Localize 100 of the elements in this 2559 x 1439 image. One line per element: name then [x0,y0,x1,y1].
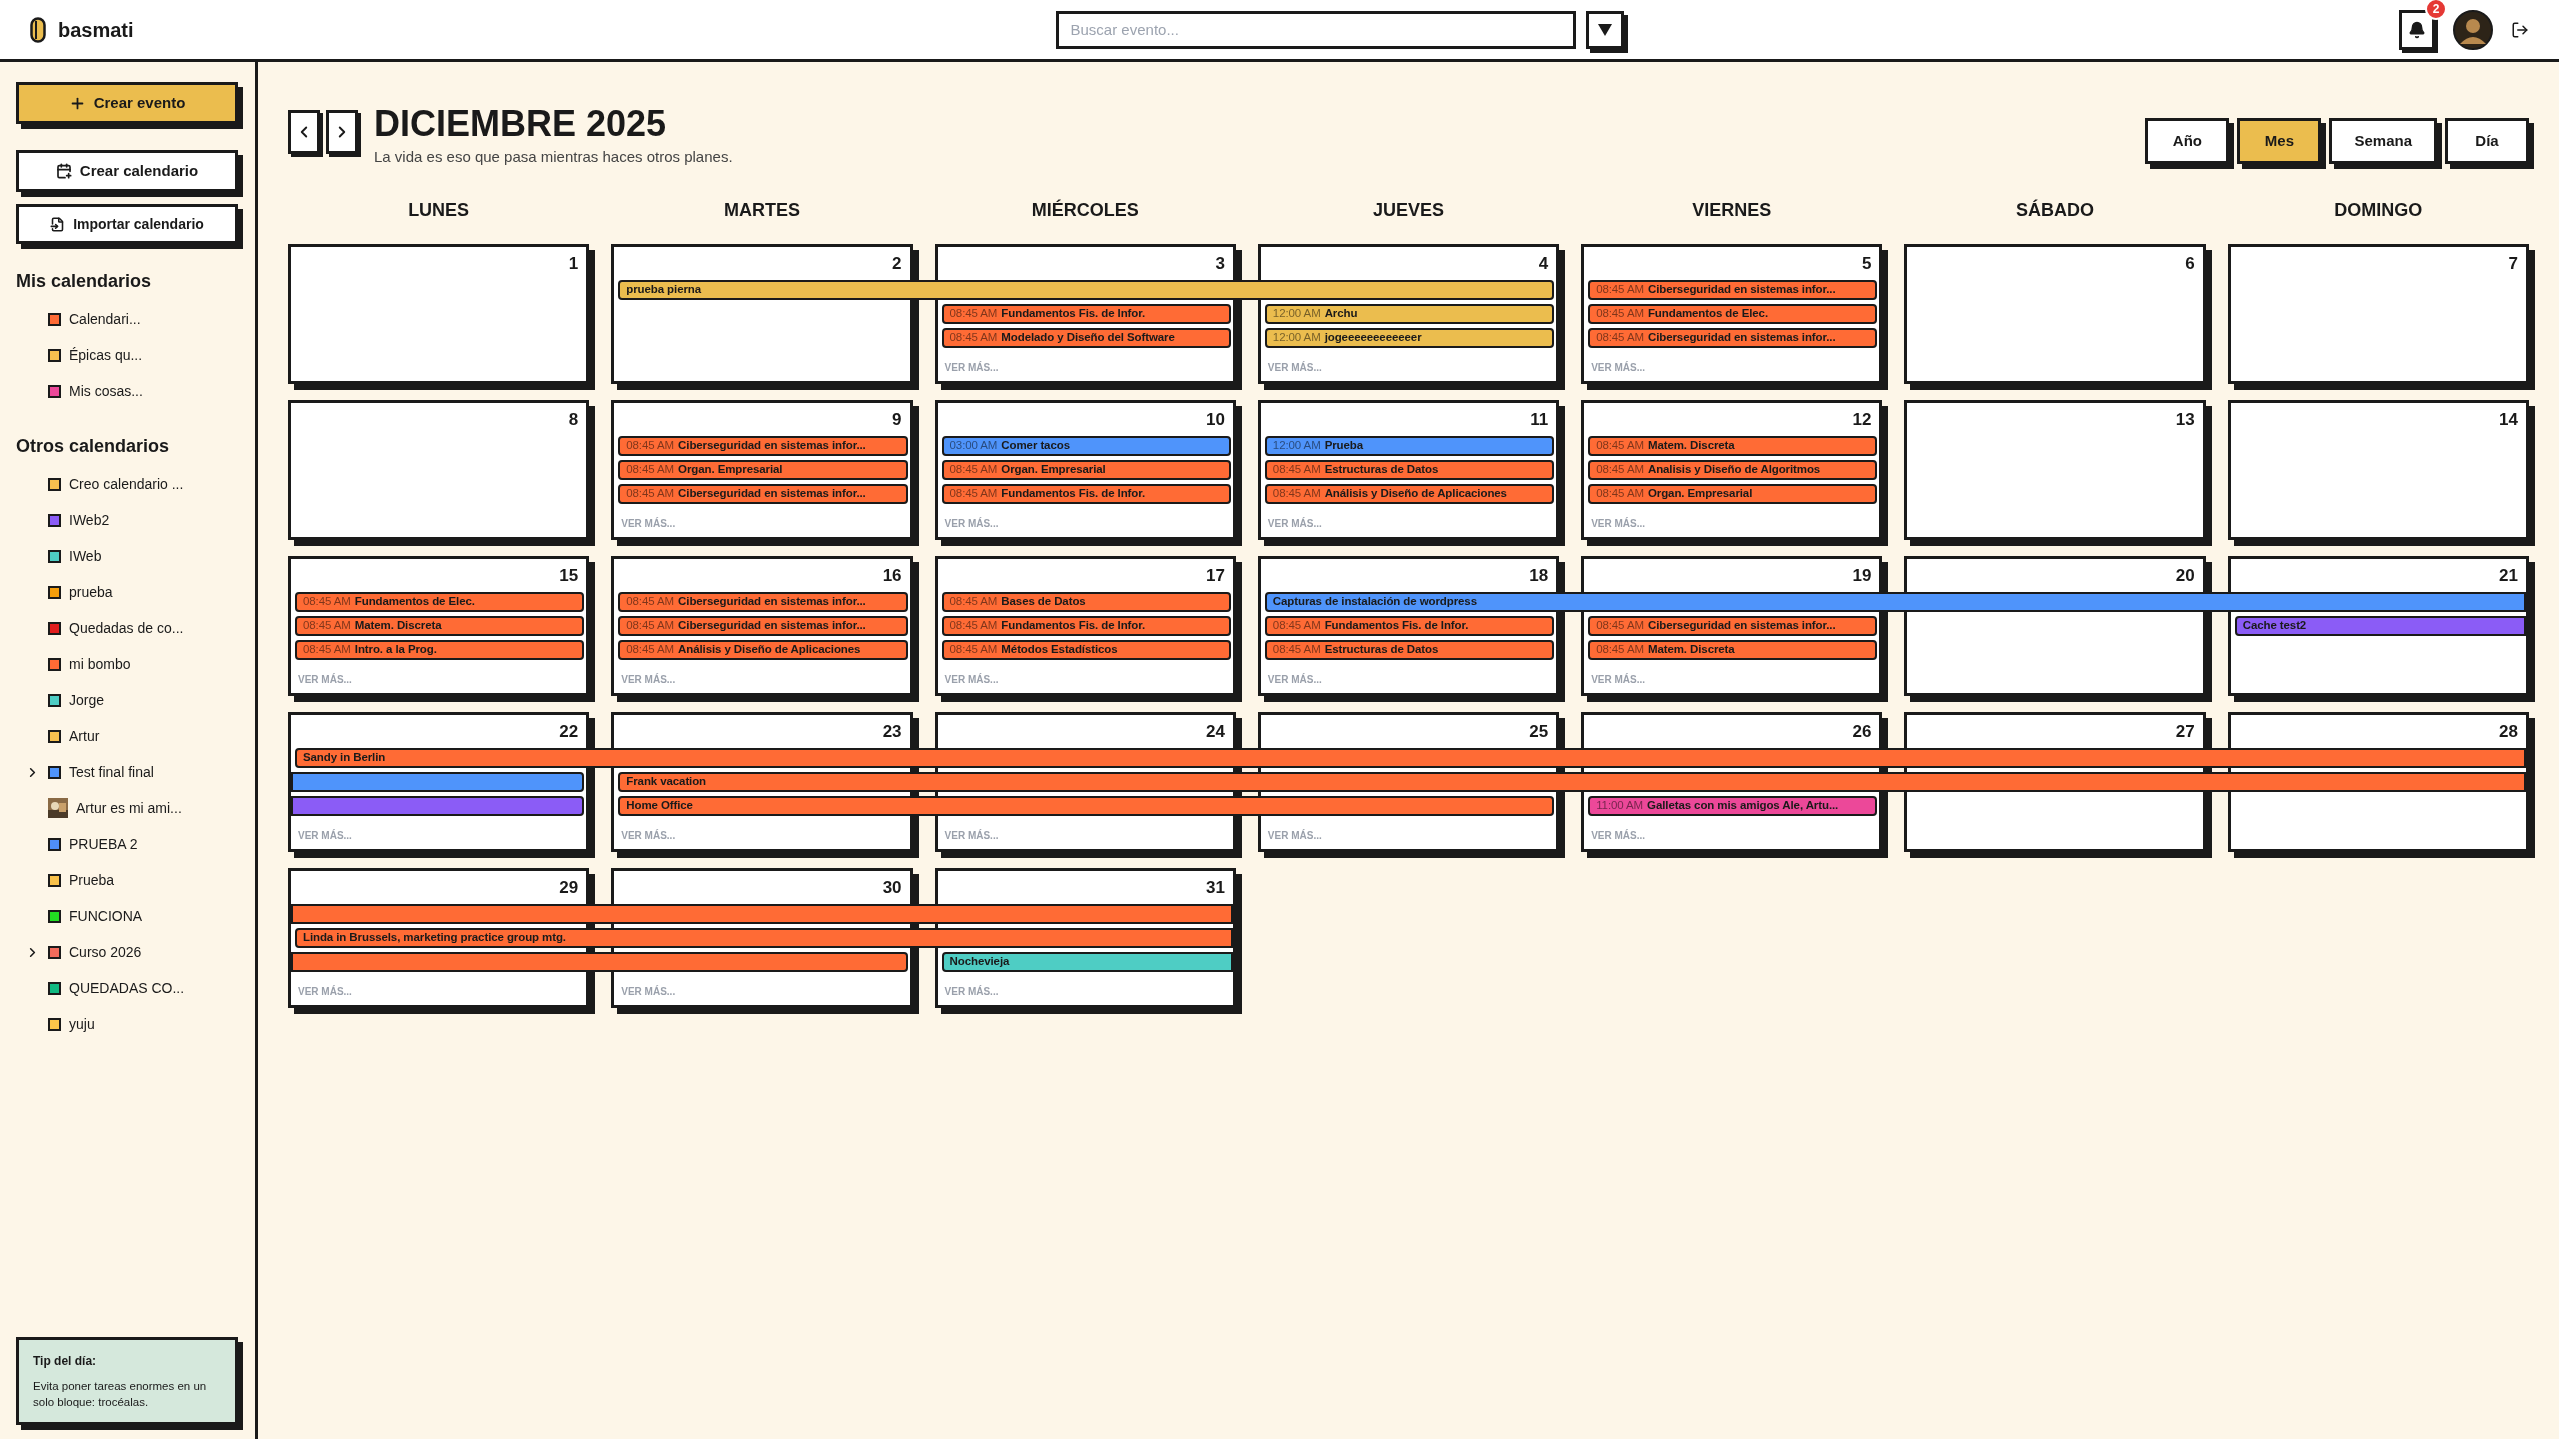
previous-month-button[interactable] [288,110,320,154]
file-import-icon [50,216,66,232]
logo-icon [30,16,46,43]
day-number: 26 [1852,720,1872,743]
day-number: 24 [1205,720,1225,743]
event-bar[interactable]: Sandy in Berlin [295,747,2526,768]
calendar-name[interactable]: IWeb [69,545,102,567]
tip-text: Evita poner tareas enormes en un solo bloque: trocéalas. [33,1379,208,1410]
weekday-header: SÁBADO [2016,198,2095,222]
weekday-header: MARTES [723,198,800,222]
event-bar[interactable]: 08:45 AM Ciberseguridad en sistemas infor... [1588,615,1878,636]
day-number: 16 [882,564,902,587]
event-bar[interactable]: Frank vacation [618,771,2526,792]
event-bar[interactable]: 08:45 AM Ciberseguridad en sistemas infor... [618,435,908,456]
event-bar[interactable]: Home Office [618,795,1555,816]
event-bar[interactable]: 08:45 AM Análisis y Diseño de Aplicaciones [618,639,908,660]
event-bar[interactable]: 08:45 AM Ciberseguridad en sistemas infor... [618,591,908,612]
event-bar[interactable]: 08:45 AM Organ. Empresarial [618,459,908,480]
event-bar[interactable]: 08:45 AM Ciberseguridad en sistemas infor... [618,615,908,636]
event-bar[interactable]: 11:00 AM Galletas con mis amigos Ale, Artu... [1588,795,1878,816]
day-number: 28 [2499,720,2518,743]
logout-icon[interactable] [2511,20,2529,39]
calendar-name[interactable]: Artur es mi ami... [76,797,182,819]
day-number: 27 [2175,720,2195,743]
event-bar[interactable]: 08:45 AM Ciberseguridad en sistemas infor... [618,483,908,504]
calendar-name[interactable]: Prueba [69,869,115,891]
calendar-name[interactable]: Calendari... [69,308,141,330]
calendar-name[interactable]: QUEDADAS CO... [69,977,185,999]
day-number: 9 [892,408,902,431]
day-number: 19 [1852,564,1872,587]
day-number: 25 [1529,720,1549,743]
event-bar[interactable]: Linda in Brussels, marketing practice group mtg. [295,927,1233,948]
day-number: 11 [1530,408,1549,431]
next-month-button[interactable] [326,110,358,154]
calendar-name[interactable]: Jorge [69,689,105,711]
calendar-name[interactable]: PRUEBA 2 [69,833,138,855]
calendar-plus-icon [55,163,72,179]
day-number: 20 [2175,564,2195,587]
event-bar[interactable] [291,771,585,792]
search-field[interactable]: Buscar evento... [1055,10,1576,49]
day-number: 1 [568,252,579,275]
calendar-name[interactable]: Creo calendario ... [69,473,184,495]
weekday-header: MIÉRCOLES [1031,198,1139,222]
event-bar[interactable]: 08:45 AM Matem. Discreta [1588,639,1878,660]
calendar-name[interactable]: mi bombo [69,653,131,675]
calendar-name[interactable]: FUNCIONA [69,905,143,927]
event-bar[interactable]: 08:45 AM Fundamentos de Elec. [1588,303,1878,324]
calendar-name[interactable]: yuju [69,1013,95,1035]
day-number: 31 [1205,876,1225,899]
calendar-name[interactable]: Épicas qu... [69,344,143,366]
app-name: basmati [58,17,134,43]
day-number: 22 [559,720,579,743]
weekday-header: LUNES [408,198,470,222]
bell-icon [2408,20,2426,39]
event-bar[interactable] [291,795,585,816]
weekday-header: VIERNES [1692,198,1772,222]
event-bar[interactable]: prueba pierna [618,279,1555,300]
day-number: 29 [559,876,579,899]
day-number: 12 [1852,408,1872,431]
day-number: 3 [1215,252,1225,275]
day-number: 17 [1205,564,1225,587]
day-number: 14 [2499,408,2518,431]
section-title: Otros calendarios [16,435,171,458]
day-number: 10 [1205,408,1225,431]
tip-title: Tip del día: [33,1353,98,1370]
day-number: 4 [1538,252,1549,275]
event-bar[interactable]: 08:45 AM Matem. Discreta [1588,435,1878,456]
event-bar[interactable]: Capturas de instalación de wordpress [1264,591,2526,612]
day-number: 23 [882,720,902,743]
day-number: 8 [568,408,579,431]
day-number: 2 [892,252,902,275]
calendar-name[interactable]: Test final final [69,761,154,783]
calendar-name[interactable]: Quedadas de co... [69,617,184,639]
filter-icon [1597,23,1612,36]
day-number: 5 [1861,252,1872,275]
weekday-header: JUEVES [1372,198,1444,222]
calendar-name[interactable]: prueba [69,581,113,603]
event-bar[interactable]: 08:45 AM Matem. Discreta [295,615,585,636]
day-number: 18 [1529,564,1549,587]
event-bar[interactable]: 08:45 AM Ciberseguridad en sistemas infor... [1588,327,1878,348]
notification-count: 2 [2425,0,2447,20]
calendar-name[interactable]: Curso 2026 [69,941,142,963]
day-number: 7 [2508,252,2518,275]
event-bar[interactable]: 08:45 AM Ciberseguridad en sistemas infor... [1588,279,1878,300]
avatar[interactable] [2453,9,2493,50]
event-bar[interactable]: 08:45 AM Organ. Empresarial [1588,483,1878,504]
event-bar[interactable]: 08:45 AM Fundamentos de Elec. [295,591,585,612]
notifications-button[interactable] [2399,9,2435,50]
section-title: Mis calendarios [16,270,153,293]
calendar-name[interactable]: IWeb2 [69,509,110,531]
event-bar[interactable]: 08:45 AM Analisis y Diseño de Algoritmos [1588,459,1878,480]
event-bar[interactable]: 08:45 AM Intro. a la Prog. [295,639,585,660]
calendar-name[interactable]: Artur [69,725,100,747]
day-number: 30 [882,876,902,899]
day-number: 6 [2185,252,2195,275]
event-bar[interactable] [291,903,1233,924]
calendar-name[interactable]: Mis cosas... [69,380,143,402]
day-number: 21 [2499,564,2518,587]
month-title: DICIEMBRE 2025 [374,102,668,146]
event-bar[interactable] [291,951,908,972]
